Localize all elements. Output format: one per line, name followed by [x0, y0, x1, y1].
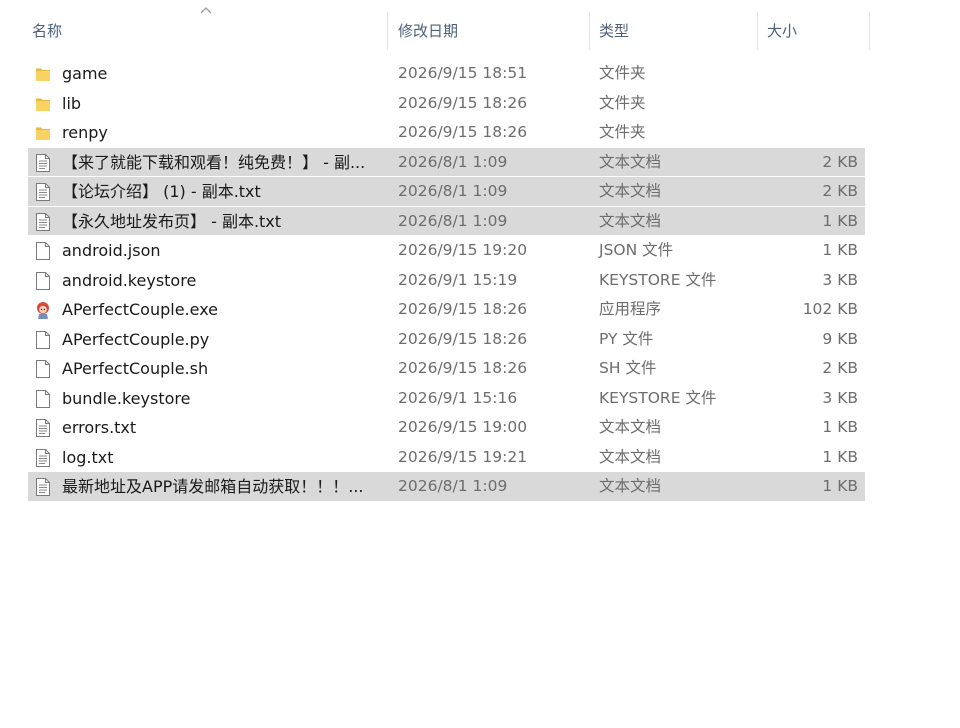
file-modified-date: 2026/9/15 18:26: [398, 300, 528, 318]
file-row[interactable]: bundle.keystore 2026/9/1 15:16 KEYSTORE 文件…: [28, 384, 865, 414]
folder-icon: [34, 94, 52, 114]
file-modified-date: 2026/9/15 18:26: [398, 93, 528, 112]
file-modified-date: 2026/9/15 18:26: [398, 123, 528, 141]
file-type: 文本文档: [599, 211, 662, 230]
file-type: KEYSTORE 文件: [599, 270, 717, 289]
file-name: 最新地址及APP请发邮箱自动获取！！！...: [62, 477, 364, 496]
file-type: KEYSTORE 文件: [599, 388, 717, 407]
column-header-bar: 名称 修改日期 类型 大小: [0, 0, 960, 50]
file-row[interactable]: APerfectCouple.py 2026/9/15 18:26 PY 文件 9 K…: [28, 325, 865, 355]
file-name: renpy: [62, 123, 108, 142]
file-row[interactable]: errors.txt 2026/9/15 19:00 文本文档 1 KB: [28, 413, 865, 443]
file-row[interactable]: 最新地址及APP请发邮箱自动获取！！！... 2026/8/1 1:09 文本文档 1…: [28, 472, 865, 502]
file-explorer: 名称 修改日期 类型 大小 game 2026/9/15 18:51 文件夹 lib 2…: [0, 0, 960, 728]
file-name: APerfectCouple.py: [62, 329, 210, 349]
file-name: bundle.keystore: [62, 388, 191, 408]
file-name: APerfectCouple.sh: [62, 359, 209, 378]
file-name: 【永久地址发布页】 - 副本.txt: [62, 211, 282, 231]
file-name: 【论坛介绍】 (1) - 副本.txt: [62, 182, 261, 201]
text-document-icon: [34, 212, 52, 232]
file-type: JSON 文件: [599, 241, 674, 259]
blank-file-icon: [34, 359, 52, 379]
file-type: 文件夹: [599, 123, 646, 141]
file-row[interactable]: APerfectCouple.sh 2026/9/15 18:26 SH 文件 2 K…: [28, 354, 865, 384]
file-modified-date: 2026/8/1 1:09: [398, 152, 508, 171]
folder-icon: [34, 123, 52, 143]
file-name: lib: [62, 93, 82, 113]
file-name: errors.txt: [62, 418, 137, 437]
file-row[interactable]: android.json 2026/9/15 19:20 JSON 文件 1 KB: [28, 236, 865, 266]
file-type: SH 文件: [599, 359, 657, 377]
app-exe-icon: [34, 300, 52, 320]
file-type: 文本文档: [599, 182, 662, 200]
file-row[interactable]: APerfectCouple.exe 2026/9/15 18:26 应用程序 102…: [28, 295, 865, 325]
blank-file-icon: [34, 271, 52, 291]
file-name: APerfectCouple.exe: [62, 300, 219, 319]
file-size: 1 KB: [822, 211, 858, 230]
file-size: 1 KB: [822, 447, 858, 466]
text-document-icon: [34, 448, 52, 468]
file-modified-date: 2026/9/15 19:21: [398, 447, 528, 466]
column-header-date[interactable]: 修改日期: [388, 12, 589, 50]
file-size: 9 KB: [822, 329, 858, 348]
folder-icon: [34, 64, 52, 84]
file-type: 文本文档: [599, 152, 662, 171]
blank-file-icon: [34, 389, 52, 409]
file-name: 【来了就能下载和观看！纯免费！】 - 副...: [62, 152, 366, 172]
file-name: android.keystore: [62, 270, 197, 290]
file-size: 1 KB: [822, 241, 858, 259]
file-row[interactable]: android.keystore 2026/9/1 15:19 KEYSTORE 文…: [28, 266, 865, 296]
column-divider[interactable]: [869, 12, 870, 50]
file-size: 2 KB: [822, 182, 858, 200]
file-type: 文件夹: [599, 64, 646, 82]
file-type: 文本文档: [599, 447, 662, 466]
file-modified-date: 2026/9/1 15:19: [398, 270, 518, 289]
column-header-size[interactable]: 大小: [757, 12, 869, 50]
file-modified-date: 2026/9/15 18:51: [398, 64, 528, 82]
file-size: 2 KB: [822, 152, 858, 171]
file-row[interactable]: lib 2026/9/15 18:26 文件夹: [28, 89, 865, 119]
file-type: 文本文档: [599, 418, 662, 436]
file-modified-date: 2026/9/15 19:20: [398, 241, 528, 259]
file-type: 文件夹: [599, 93, 646, 112]
file-size: 3 KB: [822, 270, 858, 289]
file-type: 文本文档: [599, 477, 662, 495]
file-size: 1 KB: [822, 477, 858, 495]
text-document-icon: [34, 182, 52, 202]
file-type: PY 文件: [599, 329, 654, 348]
text-document-icon: [34, 153, 52, 173]
file-modified-date: 2026/8/1 1:09: [398, 182, 508, 200]
text-document-icon: [34, 477, 52, 497]
blank-file-icon: [34, 241, 52, 261]
file-row[interactable]: 【来了就能下载和观看！纯免费！】 - 副... 2026/8/1 1:09 文本文档…: [28, 147, 865, 177]
file-row[interactable]: game 2026/9/15 18:51 文件夹: [28, 59, 865, 89]
file-size: 2 KB: [822, 359, 858, 377]
file-size: 3 KB: [822, 388, 858, 407]
file-type: 应用程序: [599, 300, 662, 318]
file-row[interactable]: log.txt 2026/9/15 19:21 文本文档 1 KB: [28, 443, 865, 473]
file-name: game: [62, 64, 108, 83]
file-row[interactable]: 【永久地址发布页】 - 副本.txt 2026/8/1 1:09 文本文档 1 KB: [28, 206, 865, 236]
file-modified-date: 2026/9/15 19:00: [398, 418, 528, 436]
file-list: game 2026/9/15 18:51 文件夹 lib 2026/9/15 18:26…: [28, 59, 865, 502]
file-modified-date: 2026/9/15 18:26: [398, 329, 528, 348]
file-size: 1 KB: [822, 418, 858, 436]
column-header-name[interactable]: 名称: [22, 12, 387, 50]
file-name: log.txt: [62, 447, 114, 467]
text-document-icon: [34, 418, 52, 438]
file-modified-date: 2026/9/1 15:16: [398, 388, 518, 407]
file-modified-date: 2026/8/1 1:09: [398, 477, 508, 495]
file-row[interactable]: renpy 2026/9/15 18:26 文件夹: [28, 118, 865, 148]
column-header-type[interactable]: 类型: [589, 12, 757, 50]
file-modified-date: 2026/9/15 18:26: [398, 359, 528, 377]
file-name: android.json: [62, 241, 161, 260]
file-size: 102 KB: [802, 300, 858, 318]
blank-file-icon: [34, 330, 52, 350]
file-modified-date: 2026/8/1 1:09: [398, 211, 508, 230]
file-row[interactable]: 【论坛介绍】 (1) - 副本.txt 2026/8/1 1:09 文本文档 2 KB: [28, 177, 865, 207]
